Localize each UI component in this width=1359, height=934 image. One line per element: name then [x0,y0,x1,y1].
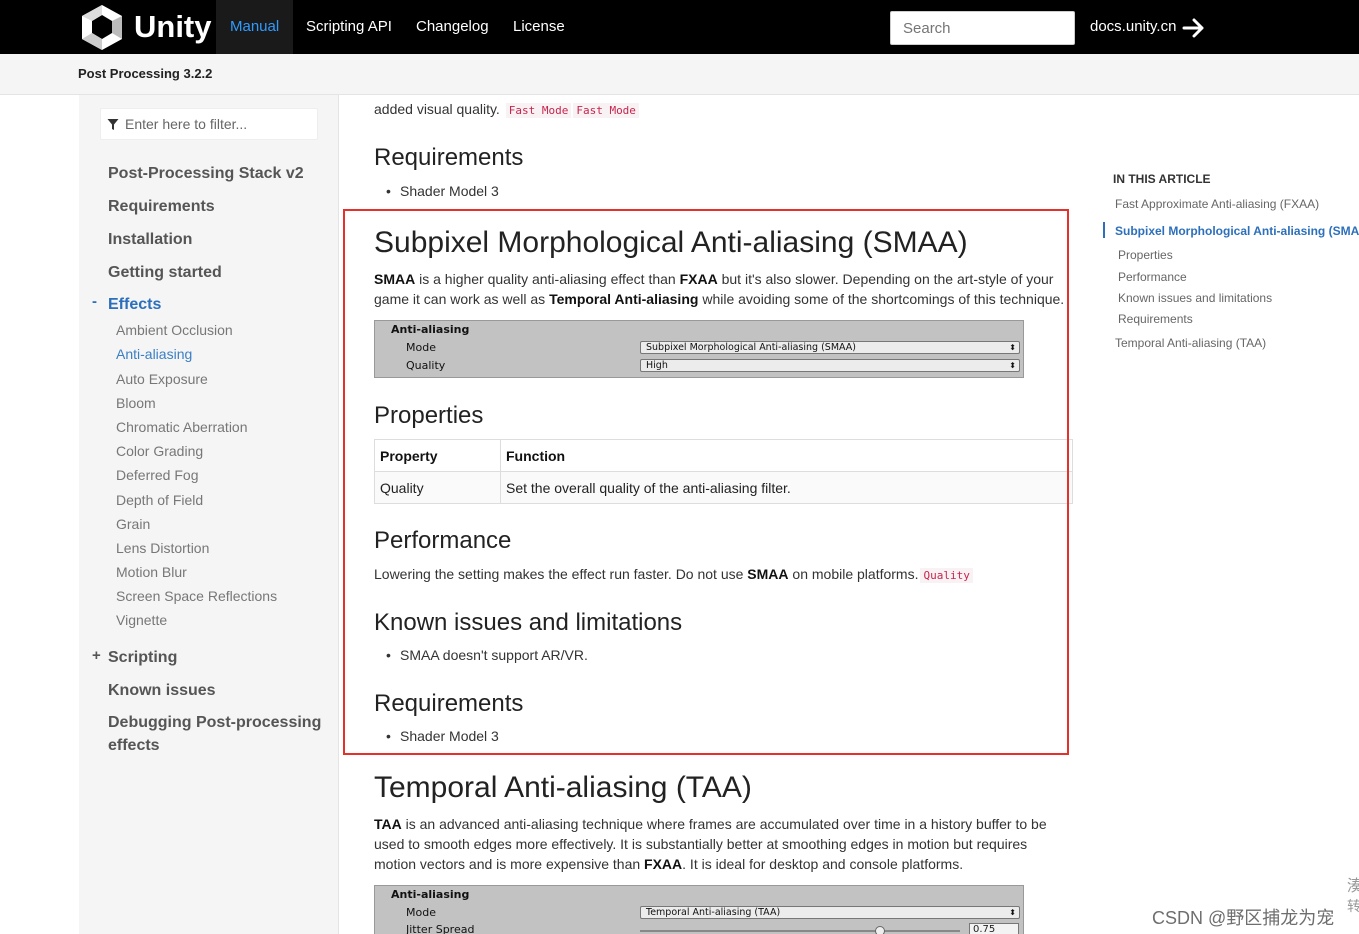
nav-changelog[interactable]: Changelog [402,0,503,54]
inspector-label: Mode [406,906,436,919]
sidebar-item-getting-started[interactable]: Getting started [108,261,222,284]
sidebar-item-debugging-cont[interactable]: effects [108,734,160,757]
sidebar-item-known-issues[interactable]: Known issues [108,679,216,702]
docs-site-link[interactable]: docs.unity.cn [1090,0,1176,54]
taa-heading: Temporal Anti-aliasing (TAA) [374,771,752,804]
search-input[interactable] [890,11,1075,45]
package-header: Post Processing 3.2.2 [0,54,1359,95]
toc-item-smaa[interactable]: Subpixel Morphological Anti-aliasing (SM… [1115,224,1359,238]
edge-glyph: 湊 [1347,878,1359,895]
edge-glyph: 转 [1347,898,1359,914]
sidebar-item-screen-space-reflections[interactable]: Screen Space Reflections [116,588,277,604]
sidebar-item-depth-of-field[interactable]: Depth of Field [116,492,203,508]
mode-dropdown: Temporal Anti-aliasing (TAA) [640,906,1020,919]
package-title: Post Processing 3.2.2 [78,66,213,81]
sidebar-item-color-grading[interactable]: Color Grading [116,443,203,459]
sidebar-item-requirements[interactable]: Requirements [108,195,215,218]
nav-license[interactable]: License [499,0,579,54]
jitter-slider-knob [875,926,885,934]
inline-code: Fast Mode [573,103,639,118]
toc-item-fxaa[interactable]: Fast Approximate Anti-aliasing (FXAA) [1115,197,1319,211]
sidebar-item-lens-distortion[interactable]: Lens Distortion [116,540,209,556]
filter-input[interactable] [125,109,315,139]
unity-cube-icon [82,5,122,50]
nav-manual[interactable]: Manual [216,0,294,54]
sidebar-item-effects[interactable]: Effects [108,293,161,316]
csdn-watermark: CSDN @野区捕龙为宠 [1152,908,1335,928]
section-heading: Requirements [374,144,524,171]
jitter-slider-track [640,930,960,932]
taa-description: TAA is an advanced anti-aliasing techniq… [374,814,1054,874]
collapse-effects-toggle[interactable]: - [92,293,97,310]
taa-inspector-image: Anti-aliasing Mode Temporal Anti-aliasin… [374,885,1024,934]
inspector-label: Jitter Spread [406,923,475,934]
inspector-title: Anti-aliasing [391,888,470,901]
sidebar-filter[interactable] [100,108,318,140]
red-highlight-box [343,209,1069,755]
sidebar-item-chromatic-aberration[interactable]: Chromatic Aberration [116,419,248,435]
toc-item-taa[interactable]: Temporal Anti-aliasing (TAA) [1115,336,1266,350]
fragment-text: added visual quality. [374,101,500,117]
sidebar-item-grain[interactable]: Grain [116,516,150,532]
toc-item-requirements[interactable]: Requirements [1118,312,1193,326]
sidebar-item-auto-exposure[interactable]: Auto Exposure [116,371,208,387]
toc-active-indicator [1103,222,1105,238]
sidebar-item-motion-blur[interactable]: Motion Blur [116,564,187,580]
unity-logo[interactable]: Unity [78,3,218,51]
expand-scripting-toggle[interactable]: + [92,647,101,664]
filter-icon [107,119,119,130]
sidebar-item-scripting[interactable]: Scripting [108,646,177,669]
sidebar-item-bloom[interactable]: Bloom [116,395,156,411]
toc-item-properties[interactable]: Properties [1118,248,1173,262]
sidebar-item-installation[interactable]: Installation [108,228,192,251]
toc-item-known-issues[interactable]: Known issues and limitations [1118,291,1272,305]
inline-code: Fast Mode [505,103,572,118]
toc-heading: IN THIS ARTICLE [1113,172,1211,186]
bold-term: TAA [374,816,402,832]
sidebar-item-ambient-occlusion[interactable]: Ambient Occlusion [116,322,233,338]
bold-term: FXAA [644,856,683,872]
brand-name: Unity [134,9,212,44]
sidebar-item-deferred-fog[interactable]: Deferred Fog [116,467,198,483]
sidebar-item-post-processing-stack[interactable]: Post-Processing Stack v2 [108,162,304,185]
sidebar-item-vignette[interactable]: Vignette [116,612,167,628]
toc-item-performance[interactable]: Performance [1118,270,1187,284]
arrow-right-icon[interactable] [1182,18,1206,38]
sidebar-item-anti-aliasing[interactable]: Anti-aliasing [116,346,192,362]
text-run: . It is ideal for desktop and console pl… [682,856,964,872]
top-navbar: Unity Manual Scripting API Changelog Lic… [0,0,1359,54]
sidebar-item-debugging[interactable]: Debugging Post-processing [108,711,321,734]
jitter-value: 0.75 [969,923,1019,934]
nav-scripting-api[interactable]: Scripting API [292,0,406,54]
intro-fragment: added visual quality. Fast Mode Fast Mode [374,101,639,118]
list-item: Shader Model 3 [386,183,499,199]
sidebar: Post-Processing Stack v2 Requirements In… [79,95,339,934]
